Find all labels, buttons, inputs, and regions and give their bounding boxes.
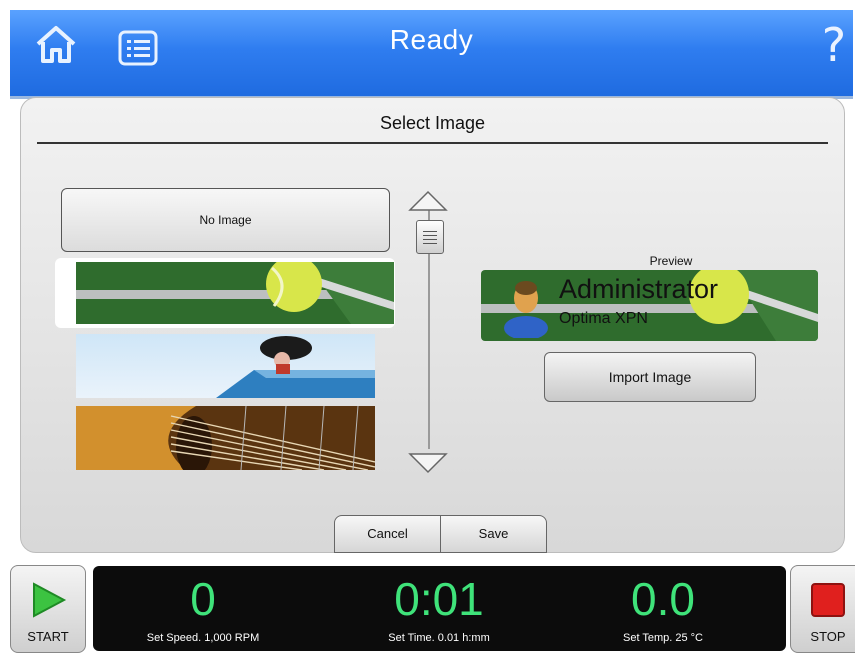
preview-label: Preview [649,254,693,268]
thumbnail-guitar[interactable] [76,406,375,470]
scroll-handle[interactable] [416,220,444,254]
tennis-image [76,262,394,324]
scroll-down-button[interactable] [408,450,448,474]
start-label: START [27,629,69,644]
thumbnail-tennis[interactable] [76,262,394,324]
select-image-panel: Select Image No Image Preview Administra… [20,97,845,553]
preview-card: Administrator Optima XPN [481,270,818,341]
time-readout: 0:01 [394,573,484,625]
stop-label: STOP [810,629,846,644]
sky-image [76,334,375,398]
stop-button[interactable]: STOP [790,565,855,653]
panel-title: Select Image [379,113,486,133]
temp-readout: 0.0 [631,573,695,625]
status-title: Ready [389,24,474,55]
top-header: Ready ? [10,10,853,99]
save-button[interactable]: Save [440,515,547,553]
user-avatar-icon [504,281,548,338]
play-icon [33,582,67,618]
no-image-option[interactable]: No Image [61,188,390,252]
cancel-button[interactable]: Cancel [334,515,441,553]
preview-instrument: Optima XPN [559,310,648,327]
start-button[interactable]: START [10,565,86,653]
scroll-down-icon [408,453,448,474]
thumbnail-sky[interactable] [76,334,375,398]
stop-icon [811,583,845,617]
scroll-up-icon [408,190,448,211]
title-divider [37,142,828,144]
time-label: Set Time. 0.01 h:mm [388,632,490,644]
scroll-up-button[interactable] [408,190,448,214]
speed-readout: 0 [190,573,216,625]
speed-label: Set Speed. 1,000 RPM [146,632,260,644]
run-status-bar: 0 Set Speed. 1,000 RPM 0:01 Set Time. 0.… [93,566,786,651]
temp-label: Set Temp. 25 °C [622,632,703,644]
preview-user-name: Administrator [559,274,719,304]
guitar-image [76,406,375,470]
help-button[interactable]: ? [816,16,852,74]
help-icon: ? [821,18,847,72]
import-image-button[interactable]: Import Image [544,352,756,402]
